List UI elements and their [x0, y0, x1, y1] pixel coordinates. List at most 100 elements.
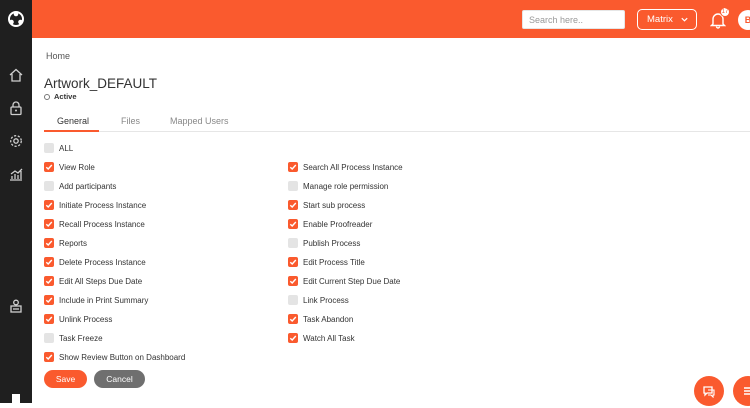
permission-item[interactable]: Reports: [44, 237, 87, 249]
notification-badge: 17: [720, 7, 730, 17]
permission-label: Task Abandon: [303, 314, 354, 324]
permission-item[interactable]: Add participants: [44, 180, 116, 192]
permission-item[interactable]: Delete Process Instance: [44, 256, 146, 268]
permission-checkbox[interactable]: [44, 333, 54, 343]
permission-item[interactable]: Recall Process Instance: [44, 218, 145, 230]
permission-checkbox[interactable]: [288, 219, 298, 229]
permission-checkbox[interactable]: [288, 276, 298, 286]
permission-checkbox[interactable]: [288, 333, 298, 343]
org-selector[interactable]: Matrix: [637, 9, 697, 30]
permission-label: Enable Proofreader: [303, 219, 373, 229]
permission-label: Publish Process: [303, 238, 361, 248]
user-settings-icon[interactable]: [6, 296, 26, 316]
permission-label: Start sub process: [303, 200, 366, 210]
check-icon: [45, 354, 53, 361]
permission-checkbox[interactable]: [44, 200, 54, 210]
logo-icon: [8, 11, 24, 27]
permission-checkbox[interactable]: [44, 276, 54, 286]
tab-mapped-users[interactable]: Mapped Users: [170, 116, 229, 126]
permission-label: Reports: [59, 238, 88, 248]
check-icon: [45, 164, 53, 171]
chat-fab[interactable]: [694, 376, 724, 406]
permission-item[interactable]: Task Freeze: [44, 332, 103, 344]
menu-fab[interactable]: [733, 376, 750, 406]
check-icon: [45, 259, 53, 266]
permission-checkbox[interactable]: [44, 219, 54, 229]
check-icon: [45, 297, 53, 304]
status-badge: Active: [44, 92, 77, 101]
permission-item[interactable]: Include in Print Summary: [44, 294, 148, 306]
check-icon: [289, 164, 297, 171]
permission-item[interactable]: Start sub process: [288, 199, 365, 211]
permission-checkbox[interactable]: [288, 200, 298, 210]
tab-general[interactable]: General: [57, 116, 89, 126]
permission-item[interactable]: Watch All Task: [288, 332, 355, 344]
permission-checkbox[interactable]: [288, 295, 298, 305]
save-button[interactable]: Save: [44, 370, 87, 388]
page-title: Artwork_DEFAULT: [44, 76, 158, 91]
check-icon: [45, 316, 53, 323]
permission-item[interactable]: Show Review Button on Dashboard: [44, 351, 185, 363]
permission-item[interactable]: Search All Process Instance: [288, 161, 403, 173]
permission-item[interactable]: Edit Current Step Due Date: [288, 275, 400, 287]
org-selector-label: Matrix: [647, 14, 673, 25]
permission-checkbox[interactable]: [288, 314, 298, 324]
check-icon: [45, 202, 53, 209]
status-dot-icon: [44, 93, 50, 100]
gear-icon[interactable]: [6, 131, 26, 151]
permission-label: Task Freeze: [59, 333, 103, 343]
permission-item[interactable]: Unlink Process: [44, 313, 112, 325]
check-icon: [45, 240, 53, 247]
chart-icon[interactable]: [6, 164, 26, 184]
check-icon: [289, 335, 297, 342]
check-icon: [289, 221, 297, 228]
app-logo[interactable]: [0, 0, 32, 38]
tab-bar: General Files Mapped Users: [44, 113, 750, 132]
permission-label: Watch All Task: [303, 333, 355, 343]
permission-label: Edit All Steps Due Date: [59, 276, 143, 286]
permission-item[interactable]: Enable Proofreader: [288, 218, 372, 230]
permission-checkbox[interactable]: [288, 181, 298, 191]
permission-checkbox[interactable]: [44, 314, 54, 324]
permission-checkbox[interactable]: [288, 238, 298, 248]
permission-item[interactable]: Edit Process Title: [288, 256, 365, 268]
permission-item[interactable]: Link Process: [288, 294, 349, 306]
home-icon[interactable]: [6, 65, 26, 85]
permission-label: View Role: [59, 162, 95, 172]
search-input[interactable]: [522, 10, 625, 29]
permission-checkbox[interactable]: [44, 352, 54, 362]
permission-item[interactable]: Initiate Process Instance: [44, 199, 146, 211]
permission-item[interactable]: Edit All Steps Due Date: [44, 275, 142, 287]
top-bar: Matrix 17 B: [32, 0, 750, 38]
active-tab-indicator: [44, 130, 99, 132]
permission-item[interactable]: Manage role permission: [288, 180, 388, 192]
check-icon: [289, 259, 297, 266]
permission-item[interactable]: ALL: [44, 142, 73, 154]
permission-checkbox[interactable]: [288, 162, 298, 172]
permission-checkbox[interactable]: [44, 257, 54, 267]
sidebar: [0, 0, 32, 406]
cancel-button[interactable]: Cancel: [94, 370, 145, 388]
permission-checkbox[interactable]: [44, 295, 54, 305]
check-icon: [45, 278, 53, 285]
tab-files[interactable]: Files: [121, 116, 140, 126]
permission-item[interactable]: View Role: [44, 161, 95, 173]
breadcrumb[interactable]: Home: [46, 51, 70, 61]
permission-label: Initiate Process Instance: [59, 200, 147, 210]
permission-label: ALL: [59, 143, 74, 153]
permission-checkbox[interactable]: [44, 181, 54, 191]
lock-icon[interactable]: [6, 98, 26, 118]
permission-item[interactable]: Publish Process: [288, 237, 360, 249]
check-icon: [45, 221, 53, 228]
permission-checkbox[interactable]: [44, 162, 54, 172]
permission-checkbox[interactable]: [44, 143, 54, 153]
permission-checkbox[interactable]: [288, 257, 298, 267]
permission-checkbox[interactable]: [44, 238, 54, 248]
permission-label: Edit Current Step Due Date: [303, 276, 401, 286]
document-icon[interactable]: [6, 388, 26, 408]
permission-item[interactable]: Task Abandon: [288, 313, 353, 325]
check-icon: [289, 278, 297, 285]
permission-label: Link Process: [303, 295, 349, 305]
avatar[interactable]: B: [738, 10, 750, 30]
permission-label: Unlink Process: [59, 314, 113, 324]
